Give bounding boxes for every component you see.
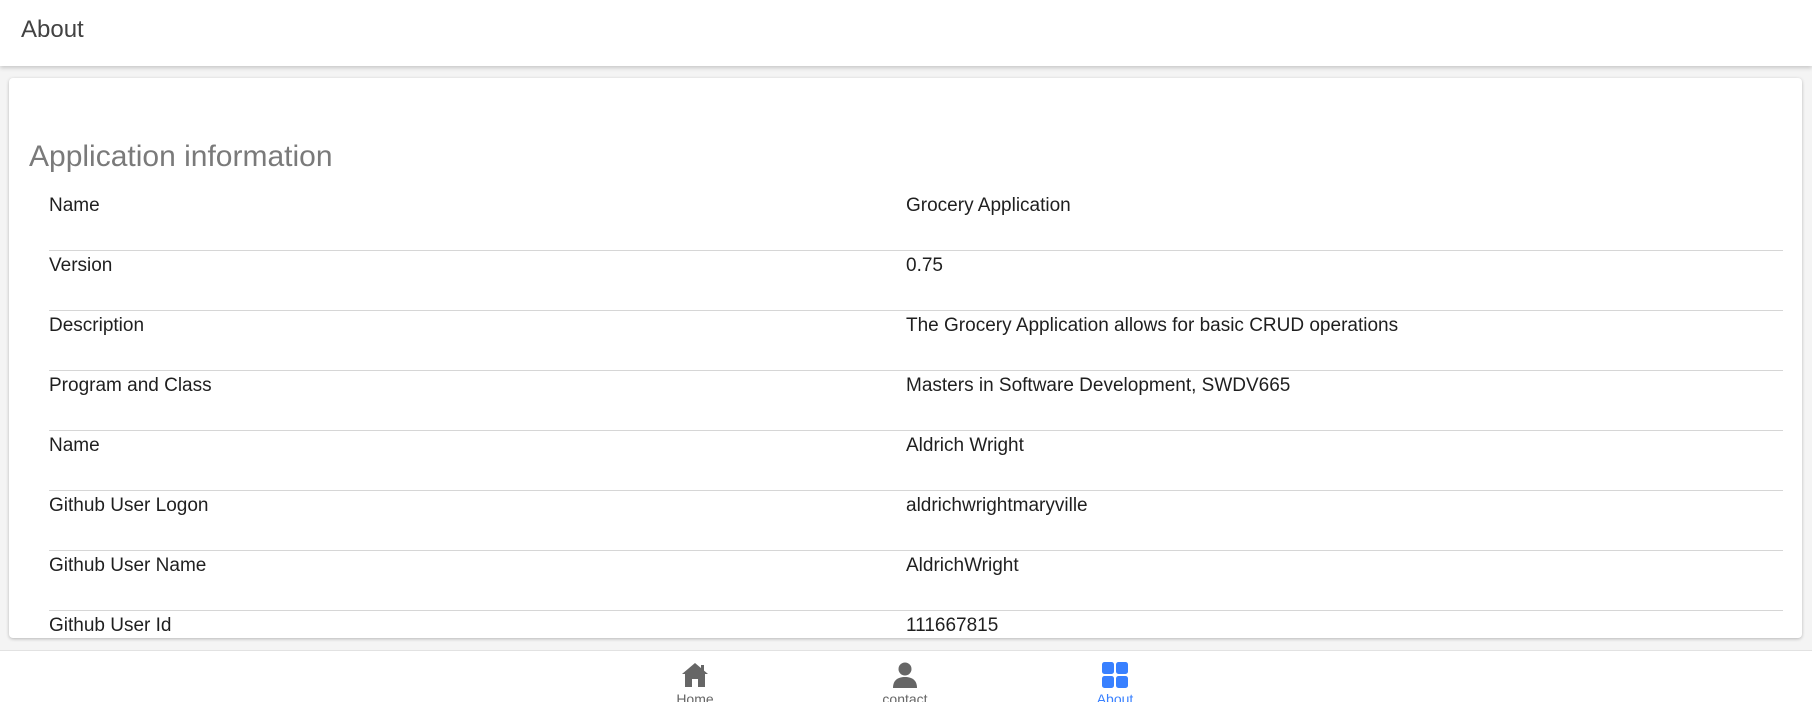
card-title: Application information — [29, 140, 333, 173]
item-label: Name — [49, 435, 100, 456]
list-item: Github User Name AldrichWright — [49, 551, 1783, 611]
tab-home[interactable]: Home — [635, 661, 755, 702]
item-value: Aldrich Wright — [906, 435, 1024, 456]
item-label: Name — [49, 195, 100, 216]
content-area[interactable]: Application information Name Grocery App… — [0, 66, 1812, 650]
item-label: Github User Name — [49, 555, 207, 576]
page-title: About — [21, 16, 84, 43]
item-label: Version — [49, 255, 113, 276]
person-icon — [893, 662, 917, 688]
item-value: Masters in Software Development, SWDV665 — [906, 375, 1291, 396]
list-item: Description The Grocery Application allo… — [49, 311, 1783, 371]
item-label: Program and Class — [49, 375, 212, 396]
item-label: Description — [49, 315, 145, 336]
list-item: Github User Logon aldrichwrightmaryville — [49, 491, 1783, 551]
item-value: 111667815 — [906, 615, 999, 636]
item-label: Github User Logon — [49, 495, 209, 516]
tab-about[interactable]: About — [1055, 661, 1175, 702]
list-item: Program and Class Masters in Software De… — [49, 371, 1783, 431]
item-value: aldrichwrightmaryville — [906, 495, 1088, 516]
item-value: 0.75 — [906, 255, 943, 276]
home-icon — [682, 663, 708, 687]
item-value: Grocery Application — [906, 195, 1071, 216]
list-item: Github User Id 111667815 — [49, 611, 1783, 638]
apps-icon — [1102, 662, 1128, 688]
tab-home-label: Home — [676, 691, 714, 702]
info-card: Application information Name Grocery App… — [9, 78, 1802, 638]
item-label: Github User Id — [49, 615, 172, 636]
tab-bar: Home contact About — [0, 650, 1812, 702]
tab-contact[interactable]: contact — [845, 661, 965, 702]
list-item: Name Grocery Application — [49, 191, 1783, 251]
tab-about-label: About — [1096, 691, 1134, 702]
list-item: Version 0.75 — [49, 251, 1783, 311]
app-header: About — [0, 0, 1812, 66]
item-value: AldrichWright — [906, 555, 1019, 576]
item-value: The Grocery Application allows for basic… — [906, 315, 1399, 336]
tab-contact-label: contact — [882, 691, 928, 702]
list-item: Name Aldrich Wright — [49, 431, 1783, 491]
info-list: Name Grocery Application Version 0.75 De… — [49, 191, 1783, 638]
